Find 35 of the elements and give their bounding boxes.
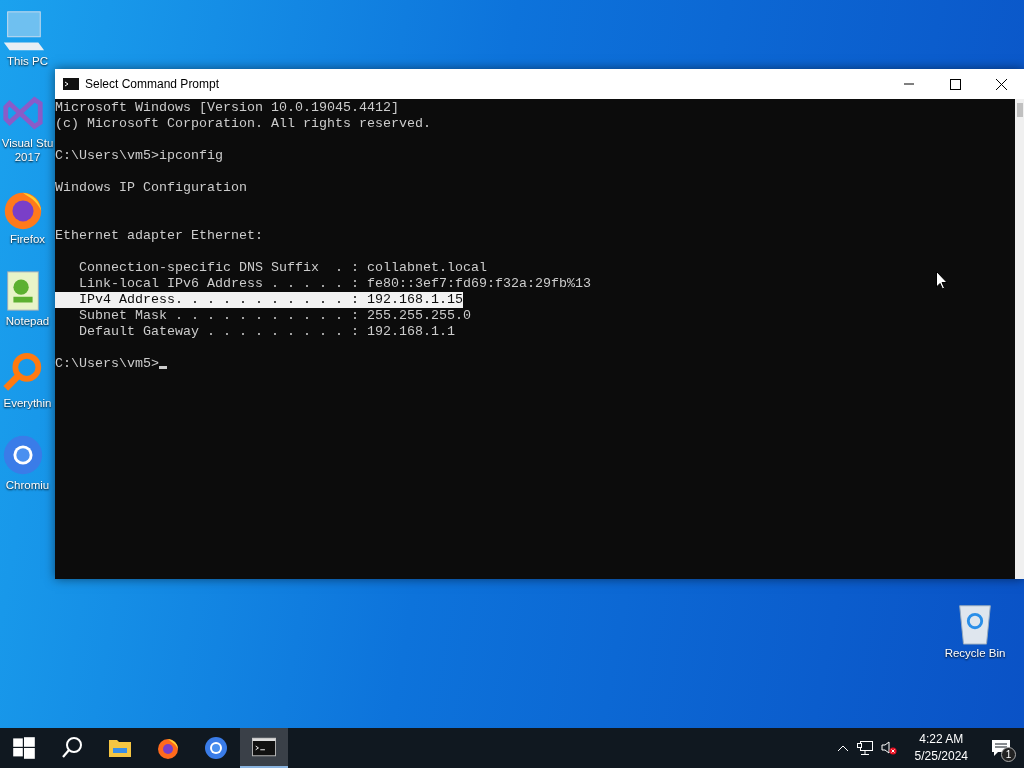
chevron-up-icon[interactable]	[836, 744, 849, 752]
console-line: C:\Users\vm5>ipconfig	[55, 148, 223, 164]
speaker-muted-icon[interactable]	[880, 741, 897, 755]
close-icon	[995, 78, 1007, 90]
maximize-icon	[949, 78, 961, 90]
window-title: Select Command Prompt	[85, 77, 221, 91]
console-line: Ethernet adapter Ethernet:	[55, 228, 263, 244]
desktop-icon-label[interactable]: Visual Stu 2017	[0, 136, 55, 164]
desktop-icon-label[interactable]: This PC	[0, 54, 55, 68]
console-line: Connection-specific DNS Suffix . : collabnet.local	[78, 260, 487, 276]
console-line: Link-local IPv6 Address . . . . . : fe80::3ef7:fd69:f32a:29fb%13	[78, 276, 591, 292]
console-line: (c) Microsoft Corporation. All rights reserved.	[55, 116, 431, 132]
desktop-icon-label[interactable]: Notepad	[0, 314, 55, 328]
taskbar-button[interactable]	[240, 728, 288, 768]
notification-button[interactable]: 1	[986, 733, 1016, 763]
console-line: Microsoft Windows [Version 10.0.19045.4412]	[55, 100, 399, 116]
scrollbar[interactable]	[1015, 99, 1024, 579]
console-line: Default Gateway . . . . . . . . . : 192.168.1.1	[78, 324, 455, 340]
windows-logo-icon	[12, 736, 36, 760]
console-line: Subnet Mask . . . . . . . . . . . : 255.255.255.0	[78, 308, 471, 324]
desktop-icon-label[interactable]: Everythin	[0, 396, 55, 410]
desktop-icon-label[interactable]: Recycle Bin	[940, 646, 1010, 660]
desktop-icon-label[interactable]: Firefox	[0, 232, 55, 246]
clock-time[interactable]: 4:22 AM	[919, 731, 964, 748]
fox-globe-icon	[156, 736, 180, 760]
chromium-icon	[204, 736, 228, 760]
mouse-pointer-icon	[936, 271, 948, 290]
network-icon[interactable]	[856, 741, 873, 755]
console-line: Windows IP Configuration	[55, 180, 247, 196]
desktop-icon-label[interactable]: Chromiu	[0, 478, 55, 492]
search-icon	[60, 736, 84, 760]
console-prompt: C:\Users\vm5>	[55, 356, 159, 372]
clock-date[interactable]: 5/25/2024	[914, 748, 968, 765]
terminal-icon	[63, 78, 79, 90]
terminal-icon	[252, 735, 276, 759]
